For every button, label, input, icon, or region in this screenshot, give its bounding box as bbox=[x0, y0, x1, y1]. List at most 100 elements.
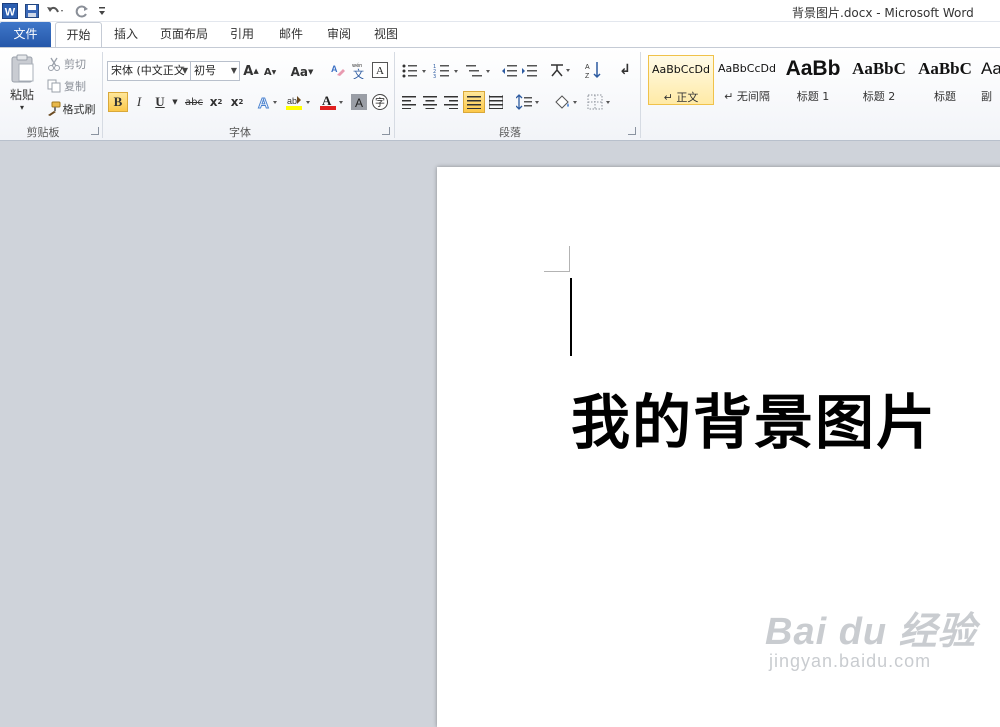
format-painter-icon[interactable] bbox=[45, 101, 61, 116]
style-sample: AaBb bbox=[785, 57, 841, 80]
decrease-indent-icon[interactable] bbox=[500, 61, 518, 81]
tab-file[interactable]: 文件 bbox=[0, 22, 51, 48]
cut-button[interactable]: 剪切 bbox=[63, 56, 87, 72]
character-shading-icon[interactable]: A bbox=[350, 93, 368, 111]
tab-page-layout[interactable]: 页面布局 bbox=[156, 22, 212, 48]
style-heading-2[interactable]: AaBbC 标题 2 bbox=[846, 55, 912, 105]
underline-dropdown-icon[interactable]: ▼ bbox=[170, 94, 180, 110]
font-name-combo[interactable]: 宋体 (中文正文 ▼ bbox=[107, 61, 191, 81]
svg-text:字: 字 bbox=[375, 96, 385, 109]
title-bar: W 背景图片.docx - Microsoft Word bbox=[0, 0, 1000, 22]
style-name: 标题 2 bbox=[862, 90, 896, 103]
text-cursor bbox=[570, 278, 572, 356]
style-title[interactable]: AaBbC 标题 bbox=[912, 55, 978, 105]
style-no-spacing[interactable]: AaBbCcDd ↵ 无间隔 bbox=[714, 55, 780, 105]
ribbon-home: 粘贴 ▾ 剪切 复制 格式刷 剪贴板 宋体 (中文正文 ▼ 初号 ▼ A ▲ A ▼… bbox=[0, 47, 1000, 141]
svg-text:Z: Z bbox=[585, 73, 590, 79]
style-name: ↵ 正文 bbox=[663, 91, 699, 104]
bold-button[interactable]: B bbox=[108, 92, 128, 112]
shading-icon[interactable] bbox=[553, 92, 581, 112]
style-heading-1[interactable]: AaBb 标题 1 bbox=[780, 55, 846, 105]
italic-button[interactable]: I bbox=[130, 92, 148, 112]
svg-text:A: A bbox=[331, 64, 338, 74]
save-icon[interactable] bbox=[24, 2, 40, 19]
redo-icon[interactable] bbox=[74, 2, 90, 19]
window-title: 背景图片.docx - Microsoft Word bbox=[792, 6, 974, 20]
svg-text:文: 文 bbox=[353, 67, 364, 79]
style-name: 副 bbox=[981, 90, 992, 103]
line-spacing-icon[interactable] bbox=[515, 92, 543, 112]
document-heading[interactable]: 我的背景图片 bbox=[571, 375, 937, 460]
text-effects-icon[interactable]: A bbox=[256, 92, 280, 112]
group-divider bbox=[394, 52, 395, 138]
subscript-button[interactable]: x2 bbox=[207, 92, 225, 112]
copy-icon[interactable] bbox=[46, 79, 62, 93]
font-group-label: 字体 bbox=[229, 126, 251, 139]
chinese-layout-icon[interactable] bbox=[548, 60, 574, 80]
bullets-icon[interactable] bbox=[400, 61, 430, 81]
copy-button[interactable]: 复制 bbox=[63, 78, 87, 94]
clipboard-launcher-icon[interactable] bbox=[91, 127, 99, 135]
superscript-button[interactable]: x2 bbox=[228, 92, 246, 112]
cut-icon[interactable] bbox=[46, 57, 62, 71]
ribbon-tab-bar: 文件 开始 插入 页面布局 引用 邮件 审阅 视图 bbox=[0, 22, 1000, 49]
style-sample: AaBbC bbox=[918, 59, 972, 78]
group-divider bbox=[102, 52, 103, 138]
sort-icon[interactable]: AZ bbox=[584, 60, 604, 80]
align-right-icon[interactable] bbox=[442, 92, 460, 112]
tab-home[interactable]: 开始 bbox=[55, 22, 102, 49]
borders-icon[interactable] bbox=[586, 92, 614, 112]
svg-text:ab: ab bbox=[287, 96, 297, 106]
paste-icon[interactable] bbox=[6, 52, 38, 86]
svg-text:A: A bbox=[355, 96, 363, 110]
chevron-down-icon: ▼ bbox=[230, 66, 237, 75]
svg-text:A: A bbox=[376, 65, 384, 77]
font-size-value: 初号 bbox=[194, 64, 216, 77]
distribute-icon[interactable] bbox=[487, 92, 505, 112]
show-paragraph-marks-icon[interactable]: ↲ bbox=[616, 60, 634, 80]
undo-icon[interactable] bbox=[44, 2, 66, 19]
tab-view[interactable]: 视图 bbox=[368, 22, 404, 48]
highlight-color-icon[interactable]: ab bbox=[284, 92, 314, 112]
word-app-icon[interactable]: W bbox=[2, 2, 18, 19]
style-subtitle[interactable]: Aa 副 bbox=[978, 55, 1000, 105]
tab-references[interactable]: 引用 bbox=[224, 22, 260, 48]
style-sample: AaBbCcDd bbox=[718, 62, 776, 75]
tab-insert[interactable]: 插入 bbox=[108, 22, 144, 48]
clear-formatting-icon[interactable]: A bbox=[329, 60, 347, 80]
grow-font-icon[interactable]: A ▲ bbox=[243, 61, 259, 81]
group-divider bbox=[640, 52, 641, 138]
paragraph-group-label: 段落 bbox=[499, 126, 521, 139]
tab-mailings[interactable]: 邮件 bbox=[273, 22, 309, 48]
enclose-characters-icon[interactable]: 字 bbox=[370, 92, 390, 112]
numbering-icon[interactable]: 123 bbox=[432, 61, 462, 81]
paste-button[interactable]: 粘贴 bbox=[6, 86, 38, 102]
style-normal[interactable]: AaBbCcDd ↵ 正文 bbox=[648, 55, 714, 105]
customize-toolbar-icon[interactable] bbox=[96, 2, 108, 19]
paste-dropdown-icon[interactable]: ▾ bbox=[15, 102, 29, 112]
tab-review[interactable]: 审阅 bbox=[321, 22, 357, 48]
strikethrough-button[interactable]: abc bbox=[183, 92, 205, 112]
font-color-icon[interactable]: A bbox=[318, 92, 346, 112]
svg-text:3: 3 bbox=[433, 74, 436, 79]
change-case-button[interactable]: Aa ▼ bbox=[288, 62, 316, 82]
paragraph-launcher-icon[interactable] bbox=[628, 127, 636, 135]
underline-button[interactable]: U bbox=[152, 92, 168, 112]
justify-icon[interactable] bbox=[463, 91, 485, 113]
margin-corner-marker bbox=[544, 246, 570, 272]
shrink-font-icon[interactable]: A ▼ bbox=[262, 62, 278, 82]
style-name: 标题 1 bbox=[796, 90, 830, 103]
increase-indent-icon[interactable] bbox=[520, 61, 538, 81]
multilevel-list-icon[interactable] bbox=[464, 61, 494, 81]
style-name: ↵ 无间隔 bbox=[724, 90, 770, 103]
font-launcher-icon[interactable] bbox=[382, 127, 390, 135]
align-center-icon[interactable] bbox=[421, 92, 439, 112]
style-sample: Aa bbox=[981, 59, 1000, 78]
phonetic-guide-icon[interactable]: wén 文 bbox=[350, 60, 368, 80]
format-painter-button[interactable]: 格式刷 bbox=[62, 100, 96, 117]
align-left-icon[interactable] bbox=[400, 92, 418, 112]
character-border-icon[interactable]: A bbox=[371, 61, 389, 79]
svg-text:A: A bbox=[322, 93, 332, 108]
chevron-down-icon: ▼ bbox=[181, 66, 188, 75]
font-size-combo[interactable]: 初号 ▼ bbox=[190, 61, 240, 81]
